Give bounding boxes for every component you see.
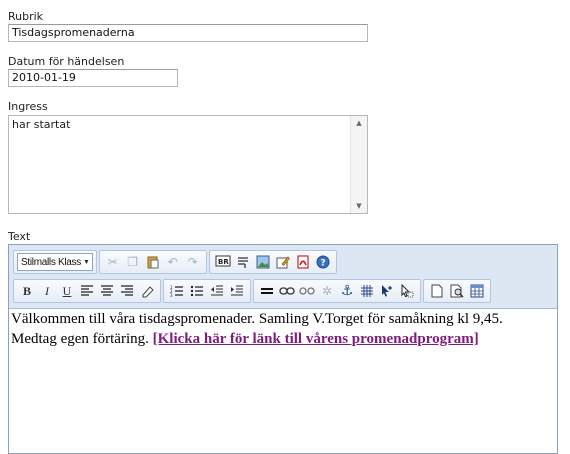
scroll-down-icon[interactable]: ▼	[351, 199, 367, 213]
align-left-icon[interactable]	[77, 281, 97, 301]
cut-icon[interactable]: ✂	[103, 252, 123, 272]
rubrik-label: Rubrik	[8, 10, 44, 23]
svg-text:BR: BR	[218, 258, 229, 266]
unordered-list-icon[interactable]	[187, 281, 207, 301]
rubrik-input[interactable]: Tisdagspromenaderna	[8, 24, 368, 42]
format-group: B I U	[13, 279, 161, 303]
italic-icon[interactable]: I	[37, 281, 57, 301]
ingress-textarea[interactable]: har startat ▲ ▼	[8, 115, 368, 214]
anchor-icon[interactable]: ⚓	[337, 281, 357, 301]
ingress-text: har startat	[12, 118, 71, 131]
insert-image-icon[interactable]	[253, 252, 273, 272]
preview-icon[interactable]	[447, 281, 467, 301]
ingress-label: Ingress	[8, 100, 48, 113]
page-group	[423, 279, 491, 303]
new-page-icon[interactable]	[427, 281, 447, 301]
link-group: ✲ ⚓	[253, 279, 421, 303]
svg-text:3: 3	[170, 293, 173, 297]
pointer-add-icon[interactable]	[377, 281, 397, 301]
underline-icon[interactable]: U	[57, 281, 77, 301]
table-icon[interactable]	[357, 281, 377, 301]
undo-icon[interactable]: ↶	[163, 252, 183, 272]
redo-icon[interactable]: ↷	[183, 252, 203, 272]
list-group: 123	[163, 279, 251, 303]
style-class-value: Stilmalls Klass	[21, 256, 81, 268]
text-label: Text	[8, 230, 31, 243]
editor-toolbar: Stilmalls Klass ▼ ✂ ❐ ↶ ↷ BR ? B I U 1 2…	[9, 245, 557, 309]
edit-icon[interactable]	[273, 252, 293, 272]
table-props-icon[interactable]	[467, 281, 487, 301]
style-group: Stilmalls Klass ▼	[13, 250, 97, 274]
datum-label: Datum för händelsen	[8, 55, 125, 68]
content-line-1: Välkommen till våra tisdagspromenader. S…	[11, 311, 503, 327]
style-class-select[interactable]: Stilmalls Klass ▼	[17, 253, 93, 271]
anchor-unlink-icon[interactable]: ✲	[317, 281, 337, 301]
ingress-scrollbar[interactable]: ▲ ▼	[350, 116, 367, 213]
align-center-icon[interactable]	[97, 281, 117, 301]
pointer-select-icon[interactable]	[397, 281, 417, 301]
toolbar-row-1: Stilmalls Klass ▼ ✂ ❐ ↶ ↷ BR ?	[13, 249, 339, 275]
link-icon[interactable]	[277, 281, 297, 301]
program-link[interactable]: [Klicka här för länk till vårens promena…	[153, 331, 479, 347]
align-right-icon[interactable]	[117, 281, 137, 301]
chevron-down-icon: ▼	[82, 258, 90, 266]
paste-icon[interactable]	[143, 252, 163, 272]
help-icon[interactable]: ?	[313, 252, 333, 272]
datum-input[interactable]: 2010-01-19	[8, 69, 178, 87]
unlink-icon[interactable]	[297, 281, 317, 301]
content-line-2-text: Medtag egen förtäring.	[11, 331, 153, 347]
editor-content[interactable]: Välkommen till våra tisdagspromenader. S…	[9, 309, 561, 349]
svg-text:?: ?	[320, 259, 325, 269]
clipboard-group: ✂ ❐ ↶ ↷	[98, 250, 207, 274]
insert-group: BR ?	[208, 250, 337, 274]
outdent-icon[interactable]	[207, 281, 227, 301]
content-line-2: Medtag egen förtäring. [Klicka här för l…	[11, 329, 559, 349]
toolbar-row-2: B I U 123 ✲ ⚓	[13, 278, 493, 304]
pdf-icon[interactable]	[293, 252, 313, 272]
copy-icon[interactable]: ❐	[123, 252, 143, 272]
bold-icon[interactable]: B	[17, 281, 37, 301]
ordered-list-icon[interactable]: 123	[167, 281, 187, 301]
rich-text-editor[interactable]: Stilmalls Klass ▼ ✂ ❐ ↶ ↷ BR ? B I U 1 2…	[8, 244, 558, 454]
paragraph-icon[interactable]	[233, 252, 253, 272]
eraser-icon[interactable]	[137, 281, 157, 301]
insert-break-icon[interactable]: BR	[213, 252, 233, 272]
indent-icon[interactable]	[227, 281, 247, 301]
horizontal-rule-icon[interactable]	[257, 281, 277, 301]
scroll-up-icon[interactable]: ▲	[351, 116, 367, 130]
